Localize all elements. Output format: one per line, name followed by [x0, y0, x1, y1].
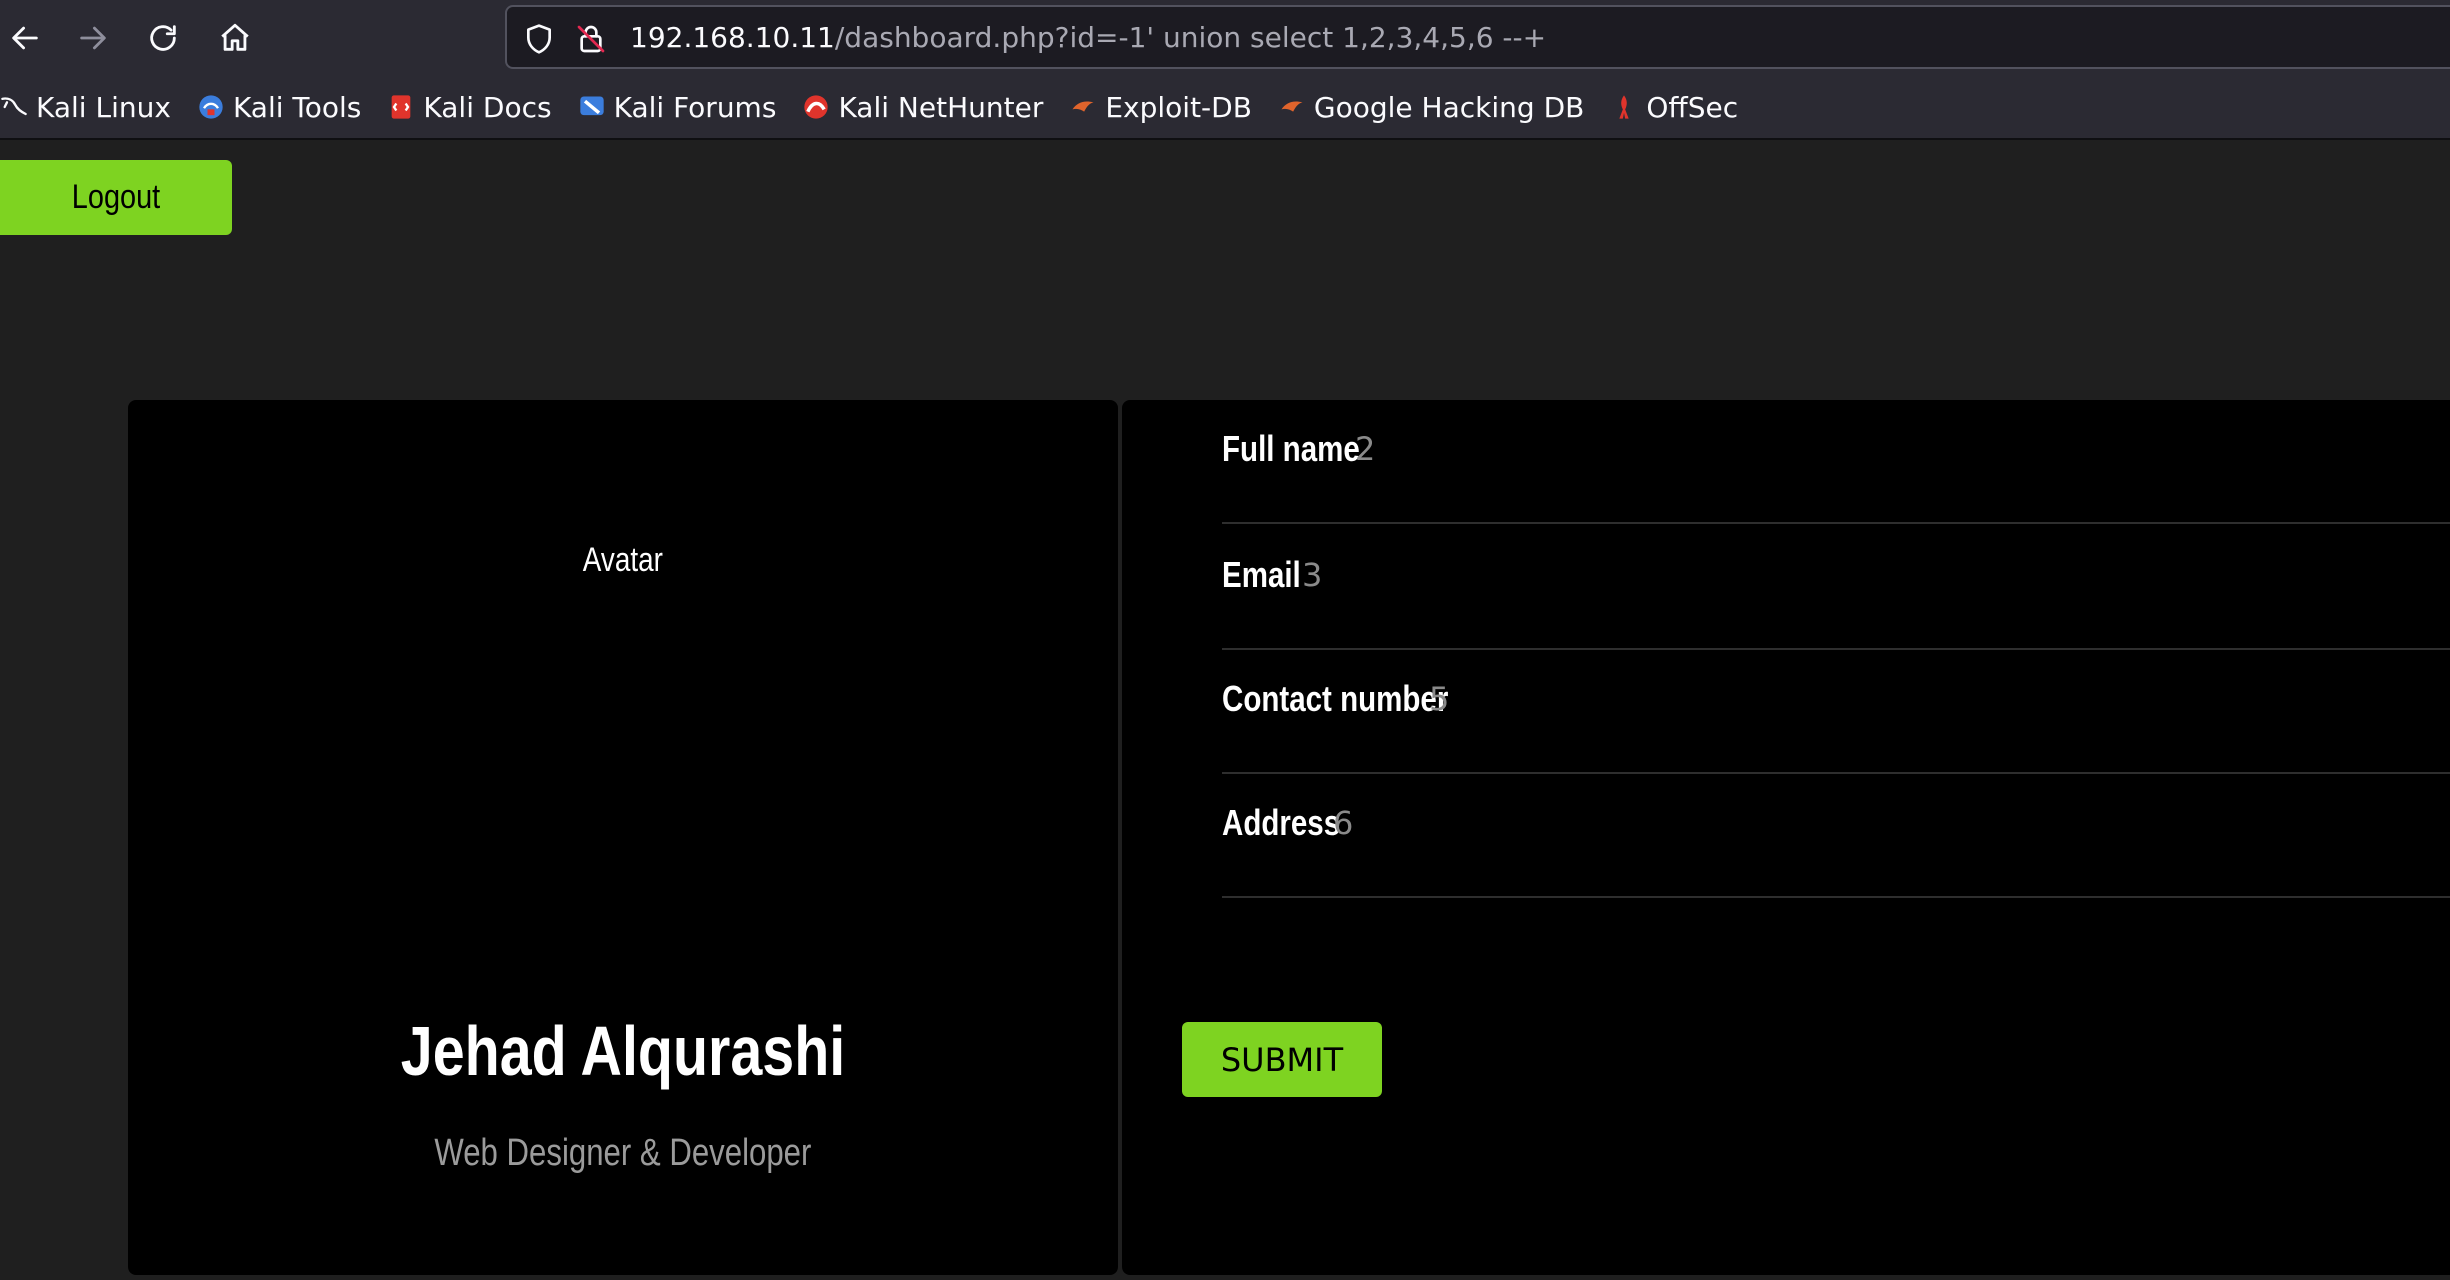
field-value: 2 [1355, 430, 1376, 468]
profile-name: Jehad Alqurashi [128, 1010, 1118, 1092]
field-row-contact-number: Contact number 5 [1222, 650, 2450, 774]
bookmark-offsec[interactable]: OffSec [1610, 91, 1738, 124]
kali-docs-icon [392, 95, 411, 119]
profile-card: Avatar Jehad Alqurashi Web Designer & De… [128, 400, 1118, 1275]
bookmark-label: OffSec [1646, 90, 1739, 124]
bookmark-label: Kali NetHunter [838, 90, 1044, 124]
bookmark-kali-tools[interactable]: Kali Tools [197, 91, 361, 124]
submit-label: SUBMIT [1220, 1040, 1344, 1079]
kali-dragon-icon [1, 97, 27, 116]
avatar-alt-text: Avatar [582, 541, 664, 579]
url-path: /dashboard.php?id=-1' union select 1,2,3… [834, 21, 1547, 54]
bookmark-label: Kali Forums [613, 90, 777, 124]
bookmark-label: Kali Linux [36, 90, 171, 124]
kali-nethunter-icon [804, 95, 829, 119]
url-host: 192.168.10.11 [630, 21, 835, 54]
home-icon [221, 23, 249, 51]
bookmark-label: Google Hacking DB [1313, 90, 1585, 124]
avatar-image: Avatar [128, 540, 1118, 580]
offsec-icon [1619, 95, 1630, 119]
submit-button[interactable]: SUBMIT [1182, 1022, 1382, 1097]
exploit-db-icon [1072, 101, 1094, 112]
bookmark-exploit-db[interactable]: Exploit-DB [1069, 91, 1252, 124]
insecure-lock-icon[interactable] [575, 23, 607, 55]
shield-icon[interactable] [523, 23, 555, 55]
home-button[interactable] [210, 14, 260, 62]
browser-toolbar: 192.168.10.11/dashboard.php?id=-1' union… [0, 0, 2450, 76]
bookmark-label: Exploit-DB [1105, 90, 1252, 124]
bookmark-kali-nethunter[interactable]: Kali NetHunter [802, 91, 1043, 124]
profile-name-text: Jehad Alqurashi [400, 1012, 846, 1090]
bookmark-label: Kali Tools [232, 90, 362, 124]
bookmark-google-hacking-db[interactable]: Google Hacking DB [1278, 91, 1584, 124]
details-card: Full name 2 Email 3 Contact number 5 Add… [1122, 400, 2450, 1275]
bookmark-kali-docs[interactable]: Kali Docs [387, 90, 552, 124]
url-bar[interactable]: 192.168.10.11/dashboard.php?id=-1' union… [505, 5, 2450, 69]
arrow-left-icon [12, 26, 38, 50]
bookmarks-bar: Kali Linux Kali Tools Kali Docs Kali For… [0, 76, 2450, 140]
logout-label: Logout [71, 178, 161, 216]
bookmark-kali-linux[interactable]: Kali Linux [0, 91, 171, 124]
kali-tools-icon [199, 95, 223, 119]
field-label: Contact number [1222, 678, 1449, 719]
kali-forums-icon [579, 96, 604, 116]
field-label: Address [1222, 802, 1341, 843]
field-label: Full name [1222, 428, 1360, 469]
arrow-right-icon [80, 26, 106, 50]
url-text[interactable]: 192.168.10.11/dashboard.php?id=-1' union… [630, 21, 1546, 55]
field-value: 3 [1302, 556, 1323, 594]
field-value: 6 [1333, 804, 1354, 842]
field-value: 5 [1429, 680, 1450, 718]
field-row-full-name: Full name 2 [1222, 400, 2450, 524]
forward-button[interactable] [68, 14, 118, 62]
bookmark-label: Kali Docs [423, 90, 552, 124]
logout-button[interactable]: Logout [0, 160, 232, 235]
profile-role-text: Web Designer & Developer [434, 1132, 812, 1174]
bookmark-kali-forums[interactable]: Kali Forums [578, 90, 777, 124]
back-button[interactable] [0, 14, 50, 62]
reload-icon [150, 25, 176, 51]
field-row-email: Email 3 [1222, 526, 2450, 650]
reload-button[interactable] [138, 14, 188, 62]
field-label: Email [1222, 554, 1301, 595]
ghdb-icon [1281, 101, 1303, 112]
field-row-address: Address 6 [1222, 774, 2450, 898]
profile-role: Web Designer & Developer [128, 1130, 1118, 1175]
